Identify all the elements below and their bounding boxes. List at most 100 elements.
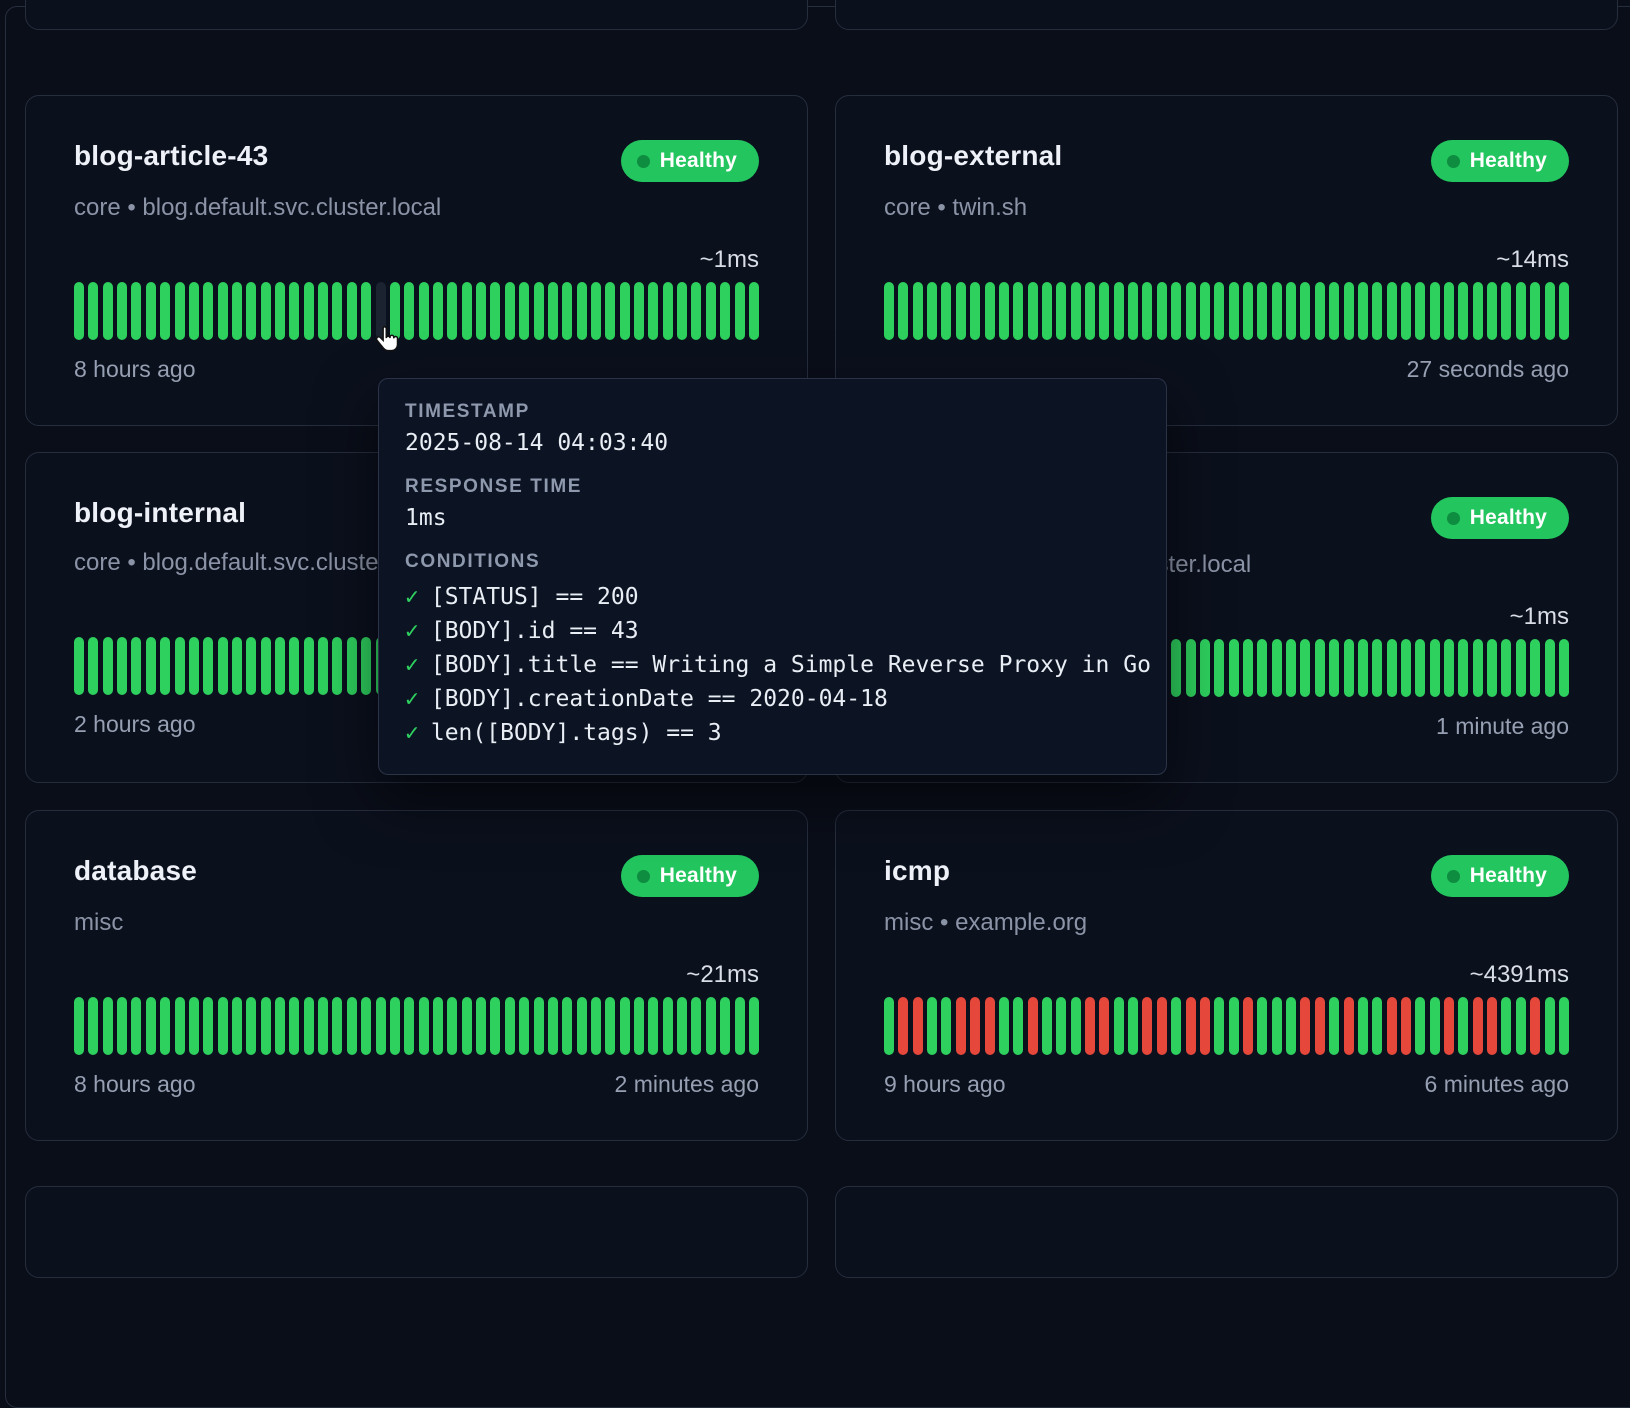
health-bar[interactable] — [648, 997, 658, 1055]
health-bar[interactable] — [548, 282, 558, 340]
health-bar[interactable] — [246, 282, 256, 340]
health-bar[interactable] — [88, 637, 98, 695]
health-bar[interactable] — [1200, 997, 1210, 1055]
health-bar[interactable] — [1458, 282, 1468, 340]
health-bar[interactable] — [1358, 282, 1368, 340]
health-bar[interactable] — [390, 282, 400, 340]
health-bar[interactable] — [347, 997, 357, 1055]
health-bar[interactable] — [246, 997, 256, 1055]
health-bar[interactable] — [103, 997, 113, 1055]
health-bar[interactable] — [577, 997, 587, 1055]
health-bar[interactable] — [548, 997, 558, 1055]
health-bar[interactable] — [1444, 282, 1454, 340]
health-bar[interactable] — [898, 282, 908, 340]
health-bar[interactable] — [519, 997, 529, 1055]
health-bar[interactable] — [1315, 997, 1325, 1055]
health-bar[interactable] — [261, 997, 271, 1055]
health-bar[interactable] — [433, 997, 443, 1055]
health-bar[interactable] — [735, 282, 745, 340]
health-bar[interactable] — [720, 282, 730, 340]
health-bar[interactable] — [275, 997, 285, 1055]
health-bar[interactable] — [433, 282, 443, 340]
health-bar[interactable] — [691, 282, 701, 340]
health-bar[interactable] — [218, 637, 228, 695]
health-bar[interactable] — [1344, 997, 1354, 1055]
health-bar[interactable] — [663, 997, 673, 1055]
health-bar[interactable] — [1530, 997, 1540, 1055]
health-bar[interactable] — [146, 637, 156, 695]
health-bar[interactable] — [720, 997, 730, 1055]
health-bar[interactable] — [941, 282, 951, 340]
health-bar[interactable] — [232, 282, 242, 340]
uptime-bars[interactable] — [884, 997, 1569, 1055]
health-bar[interactable] — [1042, 997, 1052, 1055]
health-bar[interactable] — [1401, 997, 1411, 1055]
health-bar[interactable] — [203, 282, 213, 340]
health-bar[interactable] — [1530, 639, 1540, 697]
health-bar[interactable] — [1344, 282, 1354, 340]
health-bar[interactable] — [706, 282, 716, 340]
health-bar[interactable] — [289, 997, 299, 1055]
health-bar[interactable] — [634, 282, 644, 340]
health-bar[interactable] — [74, 637, 84, 695]
health-bar[interactable] — [605, 282, 615, 340]
health-bar[interactable] — [1387, 639, 1397, 697]
health-bar[interactable] — [1444, 639, 1454, 697]
health-bar[interactable] — [985, 282, 995, 340]
health-bar[interactable] — [970, 282, 980, 340]
health-bar[interactable] — [1243, 997, 1253, 1055]
health-bar[interactable] — [1344, 639, 1354, 697]
health-bar[interactable] — [1200, 639, 1210, 697]
health-bar[interactable] — [1171, 997, 1181, 1055]
health-bar[interactable] — [160, 282, 170, 340]
uptime-bars[interactable] — [884, 282, 1569, 340]
health-bar[interactable] — [505, 282, 515, 340]
health-bar[interactable] — [1430, 282, 1440, 340]
health-bar[interactable] — [261, 282, 271, 340]
health-bar[interactable] — [1071, 282, 1081, 340]
health-bar[interactable] — [1516, 282, 1526, 340]
health-bar[interactable] — [476, 997, 486, 1055]
health-bar[interactable] — [1401, 282, 1411, 340]
health-bar[interactable] — [289, 637, 299, 695]
health-bar[interactable] — [376, 282, 386, 340]
health-bar[interactable] — [1056, 997, 1066, 1055]
health-bar[interactable] — [160, 637, 170, 695]
health-bar[interactable] — [146, 997, 156, 1055]
health-bar[interactable] — [648, 282, 658, 340]
health-bar[interactable] — [361, 997, 371, 1055]
health-bar[interactable] — [175, 282, 185, 340]
health-bar[interactable] — [275, 637, 285, 695]
health-bar[interactable] — [1243, 282, 1253, 340]
health-bar[interactable] — [1387, 282, 1397, 340]
health-bar[interactable] — [1501, 997, 1511, 1055]
health-bar[interactable] — [1372, 639, 1382, 697]
health-bar[interactable] — [1229, 997, 1239, 1055]
health-bar[interactable] — [1142, 997, 1152, 1055]
health-bar[interactable] — [419, 997, 429, 1055]
health-bar[interactable] — [289, 282, 299, 340]
health-bar[interactable] — [1214, 997, 1224, 1055]
health-bar[interactable] — [1013, 282, 1023, 340]
health-bar[interactable] — [1487, 282, 1497, 340]
health-bar[interactable] — [1186, 639, 1196, 697]
health-bar[interactable] — [1229, 639, 1239, 697]
health-bar[interactable] — [476, 282, 486, 340]
health-bar[interactable] — [735, 997, 745, 1055]
health-bar[interactable] — [160, 997, 170, 1055]
health-bar[interactable] — [74, 997, 84, 1055]
health-bar[interactable] — [1458, 997, 1468, 1055]
health-bar[interactable] — [1186, 282, 1196, 340]
health-bar[interactable] — [1559, 997, 1569, 1055]
health-bar[interactable] — [749, 997, 759, 1055]
health-bar[interactable] — [117, 282, 127, 340]
health-bar[interactable] — [677, 997, 687, 1055]
health-bar[interactable] — [1157, 282, 1167, 340]
health-bar[interactable] — [189, 637, 199, 695]
health-bar[interactable] — [304, 997, 314, 1055]
health-bar[interactable] — [1099, 997, 1109, 1055]
health-bar[interactable] — [1286, 639, 1296, 697]
health-bar[interactable] — [1487, 639, 1497, 697]
health-bar[interactable] — [203, 637, 213, 695]
health-bar[interactable] — [490, 282, 500, 340]
